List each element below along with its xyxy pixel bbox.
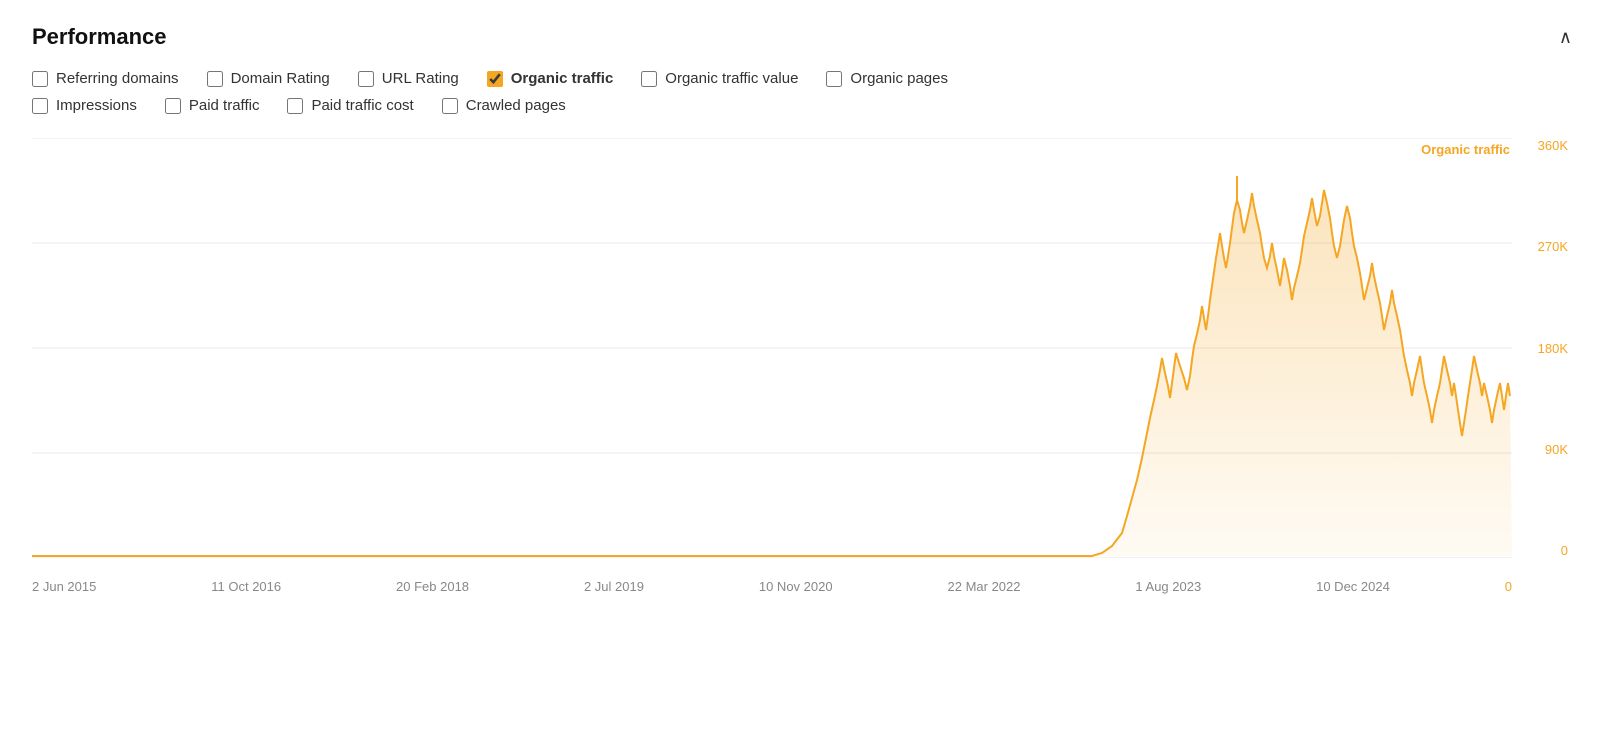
- checkbox-label-referring-domains: Referring domains: [56, 70, 179, 87]
- performance-chart: Organic traffic: [32, 138, 1572, 598]
- x-axis: 2 Jun 2015 11 Oct 2016 20 Feb 2018 2 Jul 20…: [32, 558, 1512, 598]
- checkbox-crawled-pages[interactable]: Crawled pages: [442, 97, 566, 114]
- checkbox-row-2: Impressions Paid traffic Paid traffic cost…: [32, 97, 1572, 114]
- checkbox-input-referring-domains[interactable]: [32, 71, 48, 87]
- checkbox-input-impressions[interactable]: [32, 98, 48, 114]
- chart-grid: [32, 138, 1512, 558]
- y-axis-label: 180K: [1538, 341, 1568, 356]
- checkbox-input-url-rating[interactable]: [358, 71, 374, 87]
- checkbox-input-paid-traffic-cost[interactable]: [287, 98, 303, 114]
- checkbox-label-url-rating: URL Rating: [382, 70, 459, 87]
- checkbox-label-organic-pages: Organic pages: [850, 70, 948, 87]
- checkbox-label-paid-traffic: Paid traffic: [189, 97, 260, 114]
- checkbox-paid-traffic[interactable]: Paid traffic: [165, 97, 260, 114]
- series-label: Organic traffic: [1421, 142, 1510, 157]
- x-axis-label: 10 Nov 2020: [759, 579, 833, 594]
- y-axis-label: 0: [1561, 543, 1568, 558]
- y-axis-label: 270K: [1538, 239, 1568, 254]
- checkbox-label-paid-traffic-cost: Paid traffic cost: [311, 97, 413, 114]
- checkbox-input-organic-traffic-value[interactable]: [641, 71, 657, 87]
- collapse-button[interactable]: ∧: [1559, 27, 1572, 48]
- x-axis-label: 2 Jun 2015: [32, 579, 96, 594]
- checkbox-label-crawled-pages: Crawled pages: [466, 97, 566, 114]
- x-axis-label: 0: [1505, 579, 1512, 594]
- checkbox-label-organic-traffic-value: Organic traffic value: [665, 70, 798, 87]
- x-axis-label: 2 Jul 2019: [584, 579, 644, 594]
- checkbox-impressions[interactable]: Impressions: [32, 97, 137, 114]
- checkbox-input-paid-traffic[interactable]: [165, 98, 181, 114]
- y-axis: 360K 270K 180K 90K 0: [1512, 138, 1572, 558]
- checkbox-label-domain-rating: Domain Rating: [231, 70, 330, 87]
- x-axis-label: 22 Mar 2022: [948, 579, 1021, 594]
- checkbox-referring-domains[interactable]: Referring domains: [32, 70, 179, 87]
- checkbox-input-organic-traffic[interactable]: [487, 71, 503, 87]
- checkbox-url-rating[interactable]: URL Rating: [358, 70, 459, 87]
- checkbox-paid-traffic-cost[interactable]: Paid traffic cost: [287, 97, 413, 114]
- page-title: Performance: [32, 24, 167, 50]
- checkbox-row-1: Referring domains Domain Rating URL Rating…: [32, 70, 1572, 87]
- y-axis-label: 360K: [1538, 138, 1568, 153]
- checkbox-input-organic-pages[interactable]: [826, 71, 842, 87]
- x-axis-label: 10 Dec 2024: [1316, 579, 1390, 594]
- checkbox-input-domain-rating[interactable]: [207, 71, 223, 87]
- checkbox-label-impressions: Impressions: [56, 97, 137, 114]
- x-axis-label: 1 Aug 2023: [1135, 579, 1201, 594]
- checkbox-organic-traffic-value[interactable]: Organic traffic value: [641, 70, 798, 87]
- y-axis-label: 90K: [1545, 442, 1568, 457]
- checkbox-organic-pages[interactable]: Organic pages: [826, 70, 948, 87]
- filter-checkboxes: Referring domains Domain Rating URL Rating…: [32, 70, 1572, 114]
- checkbox-input-crawled-pages[interactable]: [442, 98, 458, 114]
- x-axis-label: 20 Feb 2018: [396, 579, 469, 594]
- checkbox-label-organic-traffic: Organic traffic: [511, 70, 614, 87]
- checkbox-domain-rating[interactable]: Domain Rating: [207, 70, 330, 87]
- checkbox-organic-traffic[interactable]: Organic traffic: [487, 70, 614, 87]
- x-axis-label: 11 Oct 2016: [211, 579, 281, 594]
